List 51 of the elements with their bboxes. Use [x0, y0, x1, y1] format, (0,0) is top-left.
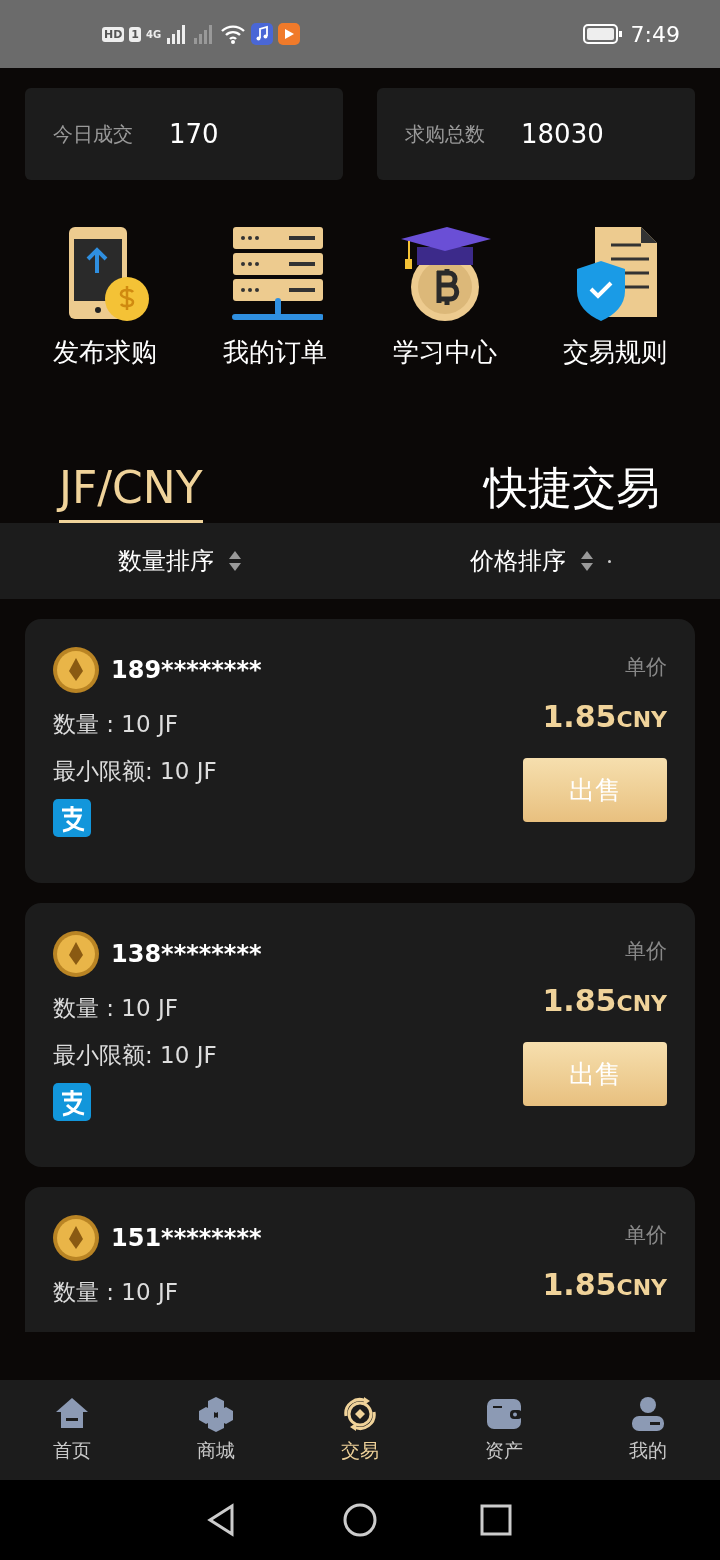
nav-tab[interactable]: 交易: [288, 1396, 432, 1464]
tab[interactable]: 快捷交易: [484, 455, 660, 523]
quantity-text: 数量 : 10 JF: [53, 710, 179, 739]
sim-label: HD: [102, 26, 125, 42]
stat-value: 18030: [521, 119, 604, 149]
wallet-icon: [486, 1396, 522, 1432]
coin-icon: [53, 931, 99, 977]
price-text: 1.85CNY: [542, 983, 667, 1018]
payment-method-icon: [53, 799, 91, 837]
wifi-icon: [220, 24, 247, 44]
price-text: 1.85CNY: [542, 1267, 667, 1302]
home-circle-icon[interactable]: [342, 1502, 378, 1538]
nav-tab[interactable]: 首页: [0, 1396, 144, 1464]
cubes-icon: [198, 1396, 234, 1432]
stat-value: 170: [169, 119, 219, 149]
network-type-label: 4G: [146, 28, 162, 40]
unit-price-label: 单价: [625, 938, 667, 965]
sort-arrows-icon: [228, 549, 242, 573]
nav-tab[interactable]: 商城: [144, 1396, 288, 1464]
coin-icon: [53, 1215, 99, 1261]
quantity-text: 数量 : 10 JF: [53, 994, 179, 1023]
price-text: 1.85CNY: [542, 699, 667, 734]
shortcut-button[interactable]: 发布求购: [20, 225, 190, 370]
recents-icon[interactable]: [478, 1502, 514, 1538]
video-app-icon: [278, 23, 301, 45]
person-icon: [630, 1396, 666, 1432]
battery-icon: [582, 23, 623, 45]
min-limit-text: 最小限额: 10 JF: [53, 757, 218, 786]
music-app-icon: [251, 23, 274, 45]
unit-price-label: 单价: [625, 654, 667, 681]
stat-label: 今日成交: [53, 120, 133, 148]
nav-tab[interactable]: 我的: [576, 1396, 720, 1464]
nav-tab[interactable]: 资产: [432, 1396, 576, 1464]
quantity-text: 数量 : 10 JF: [53, 1278, 179, 1307]
sort-arrows-icon: [579, 549, 594, 573]
clock-time: 7:49: [630, 21, 680, 47]
coin-exchange-icon: [342, 1396, 378, 1432]
min-limit-text: 最小限额: 10 JF: [53, 1041, 218, 1070]
coin-icon: [53, 647, 99, 693]
payment-method-icon: [53, 1083, 91, 1121]
stat-label: 求购总数: [405, 120, 485, 148]
shortcut-button[interactable]: 交易规则: [530, 225, 700, 370]
user-name: 189********: [111, 656, 262, 684]
user-name: 151********: [111, 1224, 262, 1252]
user-name: 138********: [111, 940, 262, 968]
sort-button[interactable]: 价格排序: [469, 545, 594, 577]
sort-button[interactable]: 数量排序: [118, 545, 242, 577]
sim-label: 1: [129, 26, 141, 42]
unit-price-label: 单价: [625, 1222, 667, 1249]
shortcut-button[interactable]: 学习中心: [360, 225, 530, 370]
shortcut-button[interactable]: 我的订单: [190, 225, 360, 370]
